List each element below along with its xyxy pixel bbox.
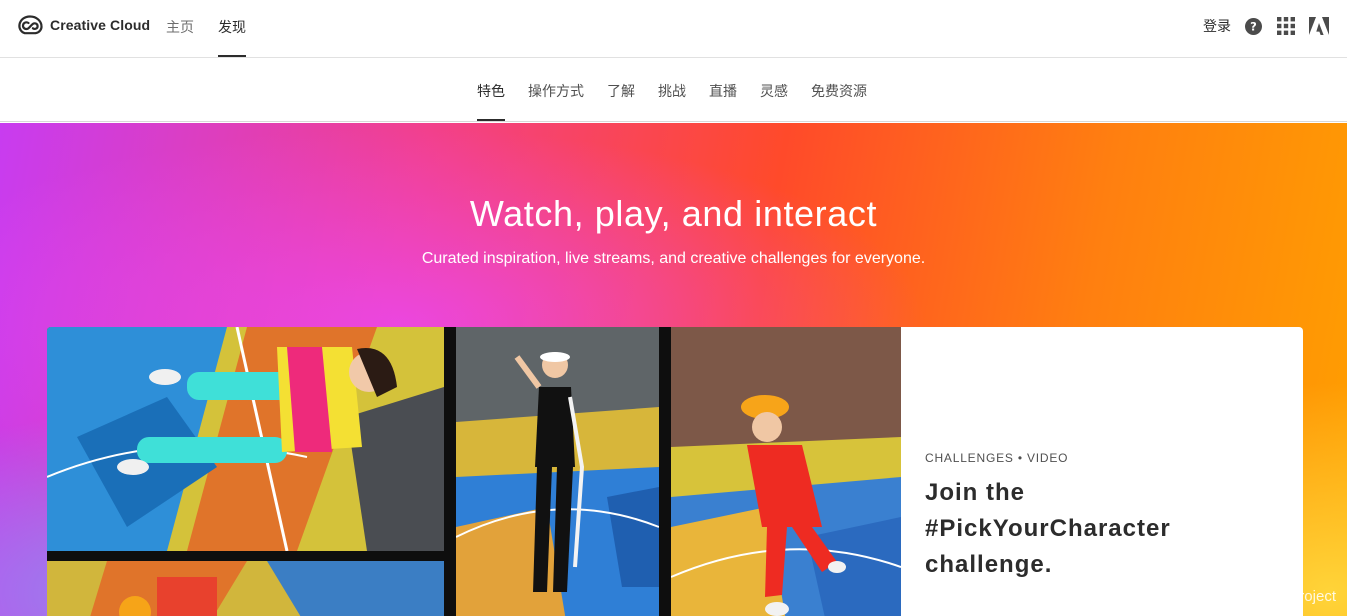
adobe-logo-icon[interactable] xyxy=(1309,17,1329,35)
tab-featured[interactable]: 特色 xyxy=(477,59,505,122)
svg-text:?: ? xyxy=(1250,19,1257,33)
hero-title: Watch, play, and interact xyxy=(469,193,878,234)
tab-free-resources[interactable]: 免费资源 xyxy=(811,59,867,122)
signin-link[interactable]: 登录 xyxy=(1203,16,1231,36)
header-actions: 登录 ? xyxy=(1203,16,1329,36)
creative-cloud-logo-icon xyxy=(18,15,43,35)
brand-name: Creative Cloud xyxy=(50,17,151,33)
brand-link[interactable]: Creative Cloud xyxy=(17,15,150,35)
challenge-collage-image xyxy=(47,327,901,616)
global-nav: 主页 发现 xyxy=(166,0,270,58)
card-title[interactable]: Join the #PickYourCharacter challenge. xyxy=(925,475,1265,583)
discover-subnav: 特色 操作方式 了解 挑战 直播 灵感 免费资源 xyxy=(0,59,1347,122)
tab-live[interactable]: 直播 xyxy=(709,59,737,122)
feature-card-image[interactable] xyxy=(47,327,901,616)
feature-card[interactable]: CHALLENGES • VIDEO Join the #PickYourCha… xyxy=(47,327,1303,616)
feature-card-body: CHALLENGES • VIDEO Join the #PickYourCha… xyxy=(925,327,1285,616)
tab-inspiration[interactable]: 灵感 xyxy=(760,59,788,122)
subnav-tabs: 特色 操作方式 了解 挑战 直播 灵感 免费资源 xyxy=(477,59,890,122)
tab-challenges[interactable]: 挑战 xyxy=(658,59,686,122)
help-icon[interactable]: ? xyxy=(1245,17,1262,35)
card-category: CHALLENGES • VIDEO xyxy=(925,451,1069,465)
watermark-text: https://blog.csdn.net/ResumeProject xyxy=(1095,588,1336,605)
nav-item-home[interactable]: 主页 xyxy=(166,0,194,58)
global-header: Creative Cloud 主页 发现 登录 ? xyxy=(0,0,1347,58)
hero-banner: Watch, play, and interact Curated inspir… xyxy=(0,123,1347,616)
tab-how-to[interactable]: 操作方式 xyxy=(528,59,584,122)
tab-learn[interactable]: 了解 xyxy=(607,59,635,122)
apps-grid-icon[interactable] xyxy=(1277,17,1295,35)
hero-subtitle: Curated inspiration, live streams, and c… xyxy=(421,250,926,267)
nav-item-discover[interactable]: 发现 xyxy=(218,0,246,58)
